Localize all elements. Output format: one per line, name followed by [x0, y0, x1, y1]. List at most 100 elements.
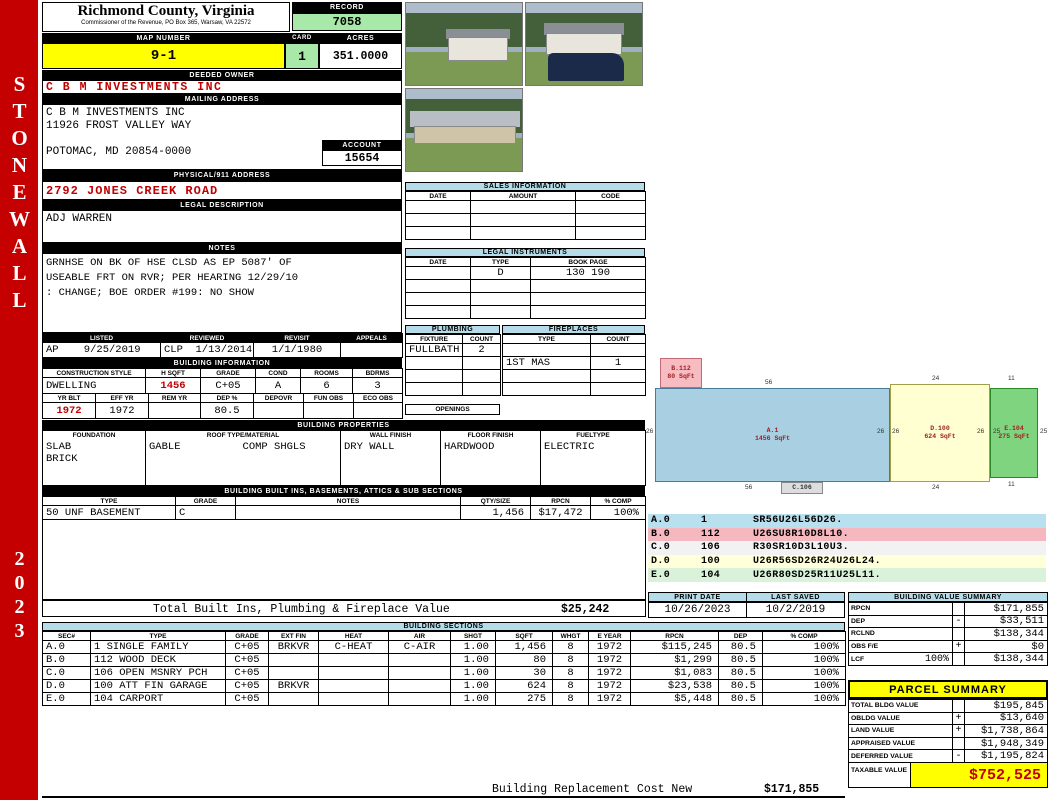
table-row [503, 344, 646, 357]
district-sidebar: STONEWALL 2023 [0, 0, 38, 800]
roof-value: GABLE COMP SHGLS [146, 439, 341, 486]
cell: 1.00 [451, 654, 496, 667]
cell: 106 [701, 542, 721, 554]
physical-address-label: PHYSICAL/911 ADDRESS [42, 170, 402, 181]
cell: 1.00 [451, 680, 496, 693]
building-properties-values: SLAB BRICK GABLE COMP SHGLS DRY WALL HAR… [42, 439, 646, 486]
cell [389, 654, 451, 667]
cell: 1,456 [496, 641, 553, 654]
built-ins-empty-area [42, 519, 646, 600]
cell [471, 306, 531, 319]
cell: 80.5 [201, 403, 254, 419]
shape-size: 80 SqFt [667, 373, 695, 380]
cell: RPCN [531, 497, 591, 506]
cell: 275 [496, 693, 553, 706]
cell: OBLDG VALUE [849, 712, 953, 726]
cell: DEP % [201, 394, 254, 403]
sketch-shape-a: A.1 1456 SqFt [655, 388, 890, 482]
cell: $1,299 [631, 654, 719, 667]
cell: 1972 [96, 403, 149, 419]
cell [953, 603, 965, 616]
cell [463, 370, 501, 383]
card-value: 1 [285, 43, 319, 69]
county-subtitle: Commissioner of the Revenue, PO Box 365,… [81, 20, 251, 26]
cell: + [953, 640, 965, 654]
sketch-shape-b: B.112 80 SqFt [660, 358, 702, 388]
cell: BDRMS [353, 369, 403, 378]
cell [471, 293, 531, 306]
cell [503, 344, 591, 357]
cell: SEC# [43, 632, 91, 641]
building-value-summary-table: RPCN $171,855 DEP - $33,511 RCLND $138,344 OBS … [848, 602, 1048, 666]
cell: AIR [389, 632, 451, 641]
cell: WHGT [553, 632, 589, 641]
sketch-legend-row: C.0 106 R30SR10D3L10U3. [648, 541, 1046, 555]
cell [406, 267, 471, 280]
fireplaces-table: TYPE COUNT 1ST MAS 1 [502, 334, 646, 396]
foundation-value: SLAB BRICK [43, 439, 146, 486]
cell: $13,640 [965, 712, 1048, 726]
physical-address-value: 2792 JONES CREEK ROAD [42, 181, 402, 200]
cell: SHGT [451, 632, 496, 641]
cell: FULLBATH [406, 344, 463, 357]
built-ins-total-label: Total Built Ins, Plumbing & Fireplace Va… [153, 603, 450, 616]
cell: 1.00 [451, 693, 496, 706]
built-ins-total-row: Total Built Ins, Plumbing & Fireplace Va… [42, 600, 646, 617]
cell: + [953, 725, 965, 738]
cell: $5,448 [631, 693, 719, 706]
parcel-summary-row: TOTAL BLDG VALUE $195,845 [849, 700, 1048, 713]
cell [269, 654, 319, 667]
plumbing-label: PLUMBING [405, 325, 500, 334]
cell: SQFT [496, 632, 553, 641]
cell: D.0 [651, 556, 671, 568]
cell: $115,245 [631, 641, 719, 654]
cell: 104 [701, 569, 721, 581]
cell: C+05 [201, 378, 256, 394]
cell: 100% [591, 506, 646, 520]
dim-e-left: 25 [993, 428, 1001, 435]
cell: $171,855 [965, 603, 1048, 616]
cell: 100 ATT FIN GARAGE [91, 680, 226, 693]
cell [354, 403, 403, 419]
cell: HEAT [319, 632, 389, 641]
building-value-row: RPCN $171,855 [849, 603, 1048, 616]
header-row: LISTED REVIEWED REVISIT APPEALS [43, 334, 403, 343]
sales-information-label: SALES INFORMATION [405, 182, 645, 191]
cell [953, 653, 965, 666]
photo-car [548, 53, 624, 81]
cell: COUNT [591, 335, 646, 344]
notes-line: : CHANGE; BOE ORDER #199: NO SHOW [46, 287, 254, 299]
card-year: 2023 [8, 548, 31, 644]
cell [269, 693, 319, 706]
cell: 130 190 [531, 267, 646, 280]
cell: TOTAL BLDG VALUE [849, 700, 953, 713]
cell: APPRAISED VALUE [849, 737, 953, 751]
header-row: TYPE GRADE NOTES QTY/SIZE RPCN% COMP [43, 497, 646, 506]
cell: EFF YR [96, 394, 149, 403]
county-header: Richmond County, Virginia Commissioner o… [42, 2, 290, 32]
cell: AP 9/25/2019 [43, 343, 161, 358]
cell: $1,948,349 [965, 737, 1048, 751]
legal-description-value: ADJ WARREN [42, 210, 402, 243]
foundation-line: BRICK [46, 453, 78, 465]
dim-d-top: 24 [932, 375, 940, 382]
cell: YR BLT [43, 394, 96, 403]
cell: LISTED [43, 334, 161, 343]
table-row [406, 214, 646, 227]
sketch-legend-row: D.0 100 U26R56SD26R24U26L24. [648, 554, 1046, 569]
cell: CONSTRUCTION STYLE [43, 369, 146, 378]
cell: U26SU8R10D8L10. [753, 528, 850, 540]
cell: 1 [701, 515, 708, 527]
acres-label: ACRES [319, 33, 402, 43]
cell: $33,511 [965, 615, 1048, 629]
photo-metal-roof [410, 111, 520, 127]
sketch-legend-row: A.0 1 SR56U26L56D26. [648, 514, 1046, 528]
shape-name: D.100 [930, 425, 950, 432]
cell: GRADE [176, 497, 236, 506]
plumbing-table: FIXTURE COUNT FULLBATH 2 [405, 334, 501, 396]
cell: CODE [576, 192, 646, 201]
dim-a-top: 56 [765, 379, 773, 386]
building-sections-table: SEC# TYPE GRADE EXT FIN HEAT AIR SHGT SQFT WHGT E… [42, 631, 846, 706]
cell: 100% [763, 680, 846, 693]
cell: 1972 [589, 680, 631, 693]
